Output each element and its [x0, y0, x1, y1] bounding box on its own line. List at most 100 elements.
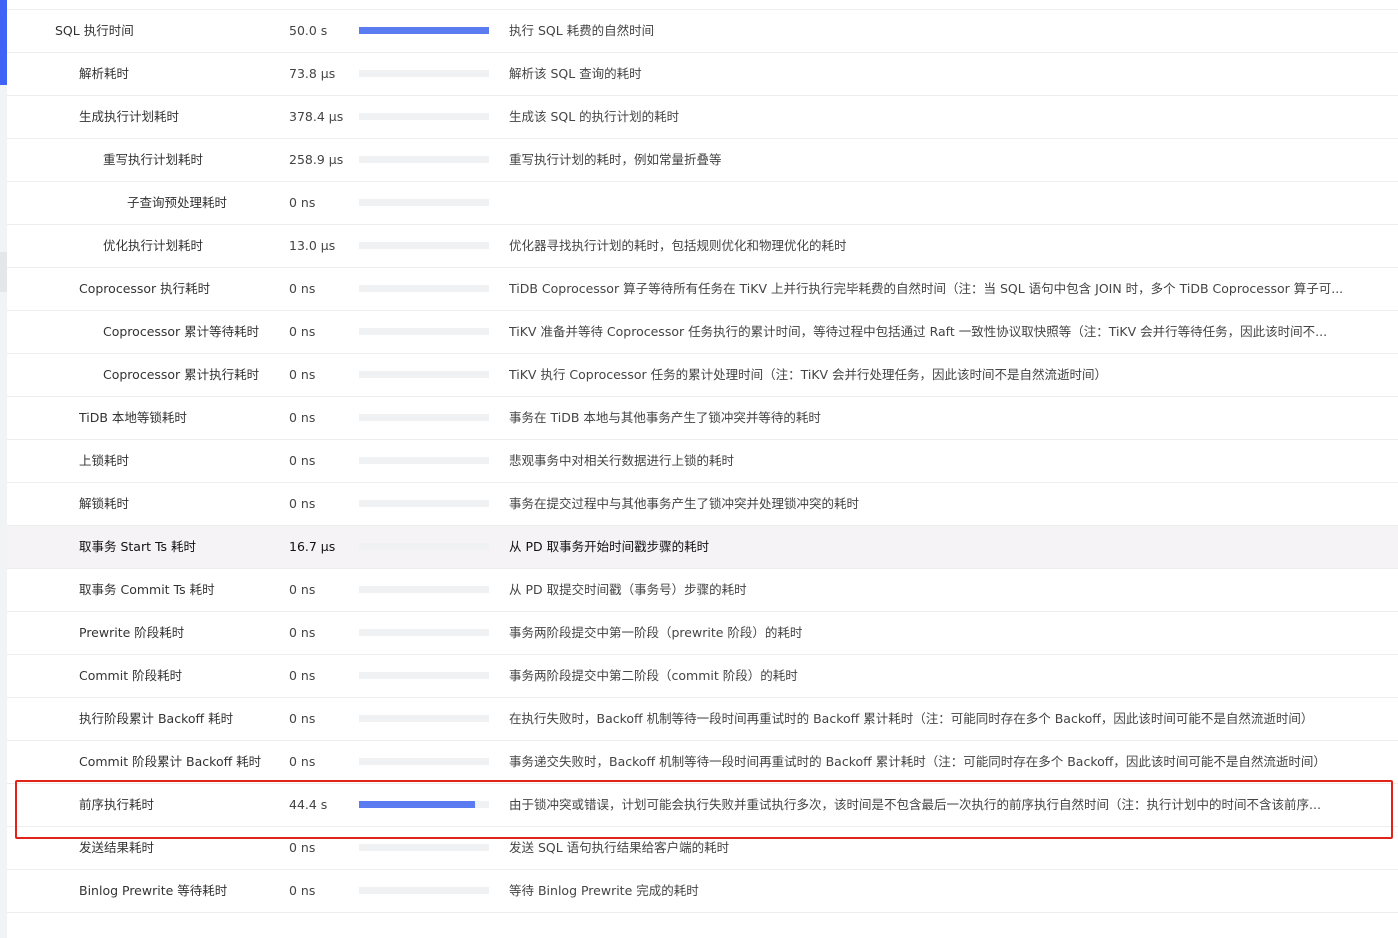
- duration-bar-track: [359, 242, 489, 249]
- metric-value: 0 ns: [289, 840, 316, 855]
- metric-name: 解锁耗时: [79, 496, 130, 511]
- table-row[interactable]: Coprocessor 累计等待耗时 0 ns TiKV 准备并等待 Coproce…: [7, 311, 1398, 354]
- duration-bar-track: [359, 371, 489, 378]
- table-row[interactable]: Coprocessor 累计执行耗时 0 ns TiKV 执行 Coprocesso…: [7, 354, 1398, 397]
- table-row[interactable]: 上锁耗时 0 ns 悲观事务中对相关行数据进行上锁的耗时: [7, 440, 1398, 483]
- metric-description: TiDB Coprocessor 算子等待所有任务在 TiKV 上并行执行完毕耗…: [509, 281, 1344, 296]
- duration-bar-track: [359, 414, 489, 421]
- metric-description: 等待 Binlog Prewrite 完成的耗时: [509, 883, 699, 898]
- metric-value: 0 ns: [289, 324, 316, 339]
- duration-bar-track: [359, 500, 489, 507]
- table-row[interactable]: 执行阶段累计 Backoff 耗时 0 ns 在执行失败时，Backoff 机制等待…: [7, 698, 1398, 741]
- sidebar-marker: [0, 252, 7, 292]
- duration-bar-track: [359, 70, 489, 77]
- duration-bar-track: [359, 672, 489, 679]
- table-row[interactable]: 优化执行计划耗时 13.0 μs 优化器寻找执行计划的耗时，包括规则优化和物理优化的…: [7, 225, 1398, 268]
- metric-value: 0 ns: [289, 668, 316, 683]
- execution-time-table: SQL 执行时间 50.0 s 执行 SQL 耗费的自然时间解析耗时 73.8 μs 解…: [7, 9, 1398, 913]
- table-row[interactable]: 生成执行计划耗时 378.4 μs 生成该 SQL 的执行计划的耗时: [7, 96, 1398, 139]
- duration-bar-track: [359, 887, 489, 894]
- metric-name: 生成执行计划耗时: [79, 109, 180, 124]
- duration-bar-track: [359, 758, 489, 765]
- table-row[interactable]: 发送结果耗时 0 ns 发送 SQL 语句执行结果给客户端的耗时: [7, 827, 1398, 870]
- metric-value: 44.4 s: [289, 797, 328, 812]
- duration-bar-fill: [359, 801, 475, 808]
- metric-description: 解析该 SQL 查询的耗时: [509, 66, 642, 81]
- metric-value: 378.4 μs: [289, 109, 344, 124]
- metric-value: 0 ns: [289, 453, 316, 468]
- metric-name: 取事务 Start Ts 耗时: [79, 539, 197, 554]
- table-row[interactable]: 重写执行计划耗时 258.9 μs 重写执行计划的耗时，例如常量折叠等: [7, 139, 1398, 182]
- duration-bar-track: [359, 801, 489, 808]
- metric-description: 事务在提交过程中与其他事务产生了锁冲突并处理锁冲突的耗时: [509, 496, 860, 511]
- metric-value: 258.9 μs: [289, 152, 344, 167]
- table-row[interactable]: TiDB 本地等锁耗时 0 ns 事务在 TiDB 本地与其他事务产生了锁冲突并等待…: [7, 397, 1398, 440]
- metric-name: Prewrite 阶段耗时: [79, 625, 185, 640]
- duration-bar-track: [359, 27, 489, 34]
- duration-bar-track: [359, 457, 489, 464]
- metric-description: TiKV 准备并等待 Coprocessor 任务执行的累计时间，等待过程中包括…: [509, 324, 1328, 339]
- metric-description: 优化器寻找执行计划的耗时，包括规则优化和物理优化的耗时: [509, 238, 847, 253]
- table-row[interactable]: Commit 阶段耗时 0 ns 事务两阶段提交中第二阶段（commit 阶段）的耗…: [7, 655, 1398, 698]
- metric-description: 从 PD 取事务开始时间戳步骤的耗时: [509, 539, 710, 554]
- metric-description: 悲观事务中对相关行数据进行上锁的耗时: [509, 453, 735, 468]
- metric-value: 16.7 μs: [289, 539, 336, 554]
- table-row[interactable]: 前序执行耗时 44.4 s 由于锁冲突或错误，计划可能会执行失败并重试执行多次，该时…: [7, 784, 1398, 827]
- duration-bar-track: [359, 328, 489, 335]
- table-row[interactable]: 解锁耗时 0 ns 事务在提交过程中与其他事务产生了锁冲突并处理锁冲突的耗时: [7, 483, 1398, 526]
- table-row[interactable]: 子查询预处理耗时 0 ns: [7, 182, 1398, 225]
- metric-value: 13.0 μs: [289, 238, 336, 253]
- table-row[interactable]: Coprocessor 执行耗时 0 ns TiDB Coprocessor 算子等…: [7, 268, 1398, 311]
- metric-name: Commit 阶段耗时: [79, 668, 183, 683]
- metric-name: Coprocessor 执行耗时: [79, 281, 211, 296]
- metric-value: 0 ns: [289, 711, 316, 726]
- table-row[interactable]: 取事务 Start Ts 耗时 16.7 μs 从 PD 取事务开始时间戳步骤的耗时: [7, 526, 1398, 569]
- duration-bar-track: [359, 156, 489, 163]
- metric-name: 前序执行耗时: [79, 797, 155, 812]
- metric-value: 0 ns: [289, 625, 316, 640]
- table-row[interactable]: 解析耗时 73.8 μs 解析该 SQL 查询的耗时: [7, 53, 1398, 96]
- metric-value: 50.0 s: [289, 23, 328, 38]
- metric-value: 0 ns: [289, 883, 316, 898]
- metric-description: 由于锁冲突或错误，计划可能会执行失败并重试执行多次，该时间是不包含最后一次执行的…: [509, 797, 1321, 812]
- metric-name: SQL 执行时间: [55, 23, 134, 38]
- table-row[interactable]: Binlog Prewrite 等待耗时 0 ns 等待 Binlog Prewri…: [7, 870, 1398, 913]
- table-row[interactable]: Commit 阶段累计 Backoff 耗时 0 ns 事务递交失败时，Backof…: [7, 741, 1398, 784]
- metric-value: 0 ns: [289, 195, 316, 210]
- metric-description: 事务递交失败时，Backoff 机制等待一段时间再重试时的 Backoff 累计…: [509, 754, 1326, 769]
- metric-name: Binlog Prewrite 等待耗时: [79, 883, 228, 898]
- metric-value: 0 ns: [289, 496, 316, 511]
- metric-value: 0 ns: [289, 582, 316, 597]
- duration-bar-track: [359, 586, 489, 593]
- duration-bar-track: [359, 285, 489, 292]
- metric-name: TiDB 本地等锁耗时: [79, 410, 187, 425]
- metric-description: 事务两阶段提交中第二阶段（commit 阶段）的耗时: [509, 668, 798, 683]
- metric-name: Commit 阶段累计 Backoff 耗时: [79, 754, 262, 769]
- metric-description: 从 PD 取提交时间戳（事务号）步骤的耗时: [509, 582, 747, 597]
- duration-bar-track: [359, 629, 489, 636]
- duration-bar-track: [359, 113, 489, 120]
- table-row[interactable]: 取事务 Commit Ts 耗时 0 ns 从 PD 取提交时间戳（事务号）步骤的耗…: [7, 569, 1398, 612]
- metric-value: 0 ns: [289, 754, 316, 769]
- metric-name: 发送结果耗时: [79, 840, 155, 855]
- metric-value: 0 ns: [289, 367, 316, 382]
- metric-description: 事务两阶段提交中第一阶段（prewrite 阶段）的耗时: [509, 625, 803, 640]
- metric-value: 0 ns: [289, 281, 316, 296]
- duration-bar-track: [359, 199, 489, 206]
- metric-description: 执行 SQL 耗费的自然时间: [509, 23, 655, 38]
- metric-description: 生成该 SQL 的执行计划的耗时: [509, 109, 680, 124]
- metric-description: 发送 SQL 语句执行结果给客户端的耗时: [509, 840, 730, 855]
- metric-name: 解析耗时: [79, 66, 130, 81]
- table-row[interactable]: SQL 执行时间 50.0 s 执行 SQL 耗费的自然时间: [7, 9, 1398, 53]
- metric-name: 上锁耗时: [79, 453, 130, 468]
- metric-name: 执行阶段累计 Backoff 耗时: [79, 711, 234, 726]
- metric-description: 重写执行计划的耗时，例如常量折叠等: [509, 152, 722, 167]
- duration-bar-fill: [359, 27, 489, 34]
- metric-description: 事务在 TiDB 本地与其他事务产生了锁冲突并等待的耗时: [509, 410, 821, 425]
- table-row[interactable]: Prewrite 阶段耗时 0 ns 事务两阶段提交中第一阶段（prewrite 阶…: [7, 612, 1398, 655]
- metric-name: 取事务 Commit Ts 耗时: [79, 582, 215, 597]
- sidebar-strip: [0, 0, 7, 938]
- duration-bar-track: [359, 543, 489, 550]
- sidebar-active-indicator: [0, 0, 7, 85]
- metric-value: 0 ns: [289, 410, 316, 425]
